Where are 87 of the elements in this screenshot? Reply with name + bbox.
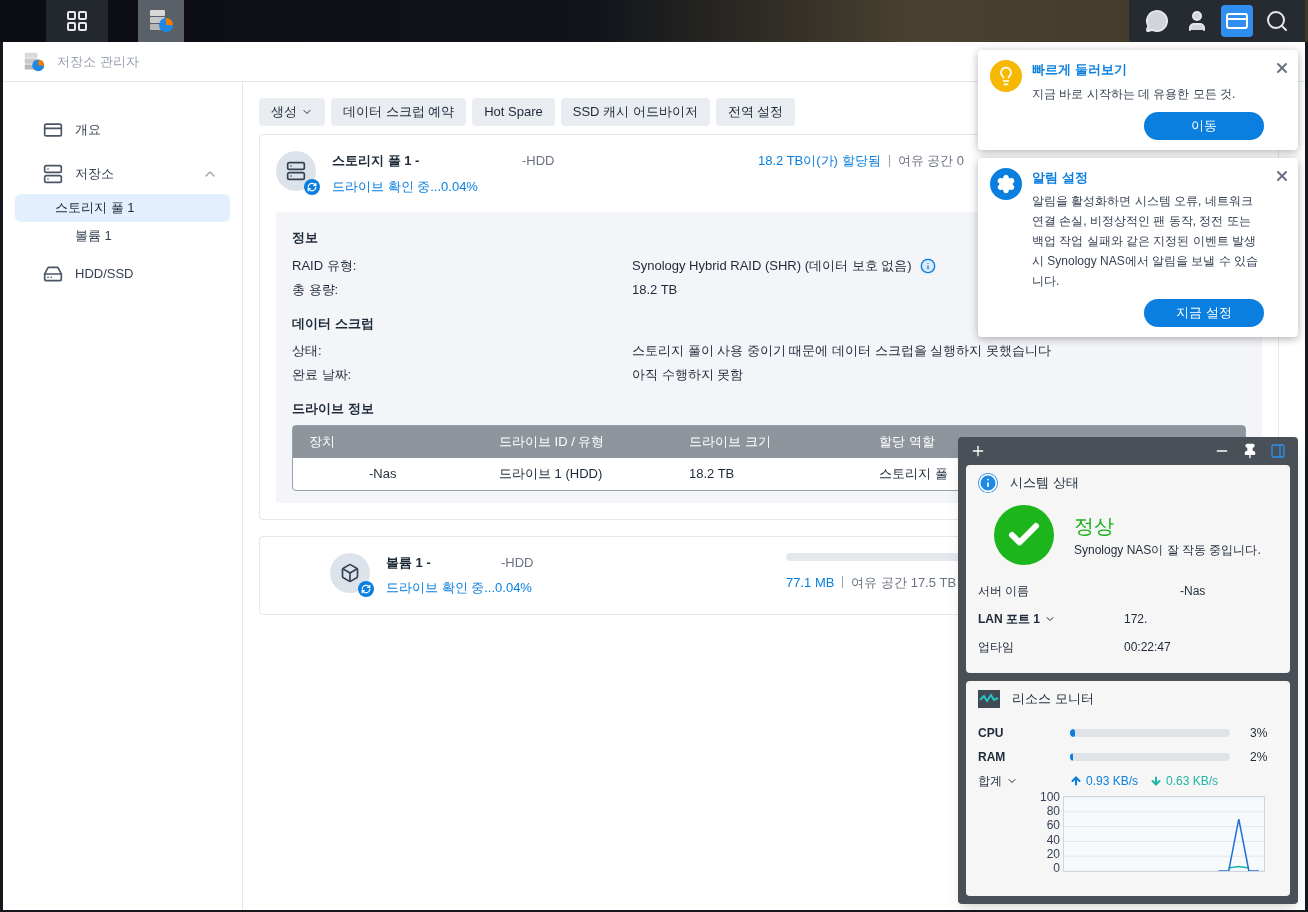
toolbar-button[interactable]: 생성 <box>259 98 325 126</box>
toolbar-button[interactable]: 전역 설정 <box>715 98 796 126</box>
lightbulb-icon <box>990 60 1022 92</box>
axis-tick-label: 80 <box>1045 804 1060 817</box>
info-label: 업타임 <box>978 639 1015 656</box>
notification-button[interactable]: 지금 설정 <box>1144 299 1264 327</box>
add-icon[interactable] <box>970 443 986 459</box>
info-label: 상태: <box>292 342 323 361</box>
storage-manager-icon <box>23 50 45 73</box>
storage-icon <box>43 164 63 184</box>
volume-type: -HDD <box>501 553 534 572</box>
storage-manager-icon <box>148 8 174 34</box>
window-title: 저장소 관리자 <box>57 52 139 71</box>
info-label: RAID 유형: <box>292 256 358 275</box>
sidebar-item[interactable]: 볼륨 1 <box>15 222 230 250</box>
info-label: 서버 이름 <box>978 583 1031 600</box>
volume-status[interactable]: 드라이브 확인 중...0.04% <box>386 578 746 598</box>
section-heading: 정보 <box>292 229 318 247</box>
table-cell: 드라이브 1 (HDD) <box>499 465 603 481</box>
info-icon[interactable] <box>919 257 936 274</box>
column-header: 드라이브 크기 <box>689 433 771 449</box>
section-heading: 드라이브 정보 <box>292 400 374 418</box>
network-selector[interactable]: 합계 <box>978 771 1070 790</box>
meter-label: RAM <box>978 748 1007 766</box>
used-space-text: 77.1 MB <box>786 573 835 592</box>
card-title: 리소스 모니터 <box>1012 690 1094 708</box>
check-icon <box>994 505 1054 565</box>
axis-tick-label: 60 <box>1045 819 1060 832</box>
info-icon <box>978 473 998 493</box>
info-label[interactable]: LAN 포트 1 <box>978 610 1124 628</box>
toolbar-button[interactable]: SSD 캐시 어드바이저 <box>560 98 710 126</box>
table-cell: 스토리지 풀 <box>879 465 948 481</box>
pool-status[interactable]: 드라이브 확인 중...0.04% <box>332 176 742 196</box>
grid-icon <box>65 9 89 33</box>
info-value: 00:22:47 <box>1124 639 1171 656</box>
info-label: 총 용량: <box>292 280 340 299</box>
notification-title: 알림 설정 <box>1032 168 1089 187</box>
column-header: 드라이브 ID / 유형 <box>499 433 605 449</box>
sidebar-item[interactable]: 저장소 <box>15 154 230 194</box>
pin-icon[interactable] <box>1242 443 1258 459</box>
section-heading: 데이터 스크럽 <box>292 314 374 333</box>
allocated-text: 18.2 TB이(가) 할당됨 <box>758 152 881 170</box>
sidebar-item[interactable]: 개요 <box>15 110 230 150</box>
info-value: 아직 수행하지 못함 <box>632 366 744 385</box>
info-value: 172. <box>1124 611 1148 628</box>
column-header: 장치 <box>309 433 335 449</box>
free-space-text: 여유 공간 17.5 TB <box>851 573 957 592</box>
info-value: Synology Hybrid RAID (SHR) (데이터 보호 없음) <box>632 256 912 275</box>
toolbar-button[interactable]: Hot Spare <box>472 98 555 126</box>
pool-title: 스토리지 풀 1 - <box>332 152 421 170</box>
monitor-icon <box>978 689 1000 708</box>
sidebar-item[interactable]: 스토리지 풀 1 <box>15 194 230 222</box>
info-value: 스토리지 풀이 사용 중이기 때문에 데이터 스크럽을 실행하지 못했습니다 <box>632 342 1051 361</box>
upload-icon <box>1070 774 1082 787</box>
sidebar-item[interactable]: HDD/SSD <box>15 254 230 294</box>
status-text: 정상 <box>1074 514 1115 539</box>
table-cell: 18.2 TB <box>689 465 735 481</box>
free-space-text: 여유 공간 0 <box>897 152 965 170</box>
download-icon <box>1150 774 1163 787</box>
toolbar-button[interactable]: 데이터 스크럽 예약 <box>331 98 467 126</box>
notification-title: 빠르게 둘러보기 <box>1032 61 1128 79</box>
volume-title: 볼륨 1 - <box>386 553 432 572</box>
axis-tick-label: 100 <box>1038 790 1060 803</box>
axis-tick-label: 40 <box>1045 833 1060 846</box>
meter-reading: 2% <box>1250 748 1268 766</box>
notification-button[interactable]: 이동 <box>1144 111 1264 140</box>
info-label: 완료 날짜: <box>292 366 353 385</box>
meter-label: CPU <box>978 724 1005 742</box>
pool-type: -HDD <box>522 152 555 170</box>
card-title: 시스템 상태 <box>1010 474 1079 493</box>
axis-tick-label: 0 <box>1052 862 1060 875</box>
info-value: 18.2 TB <box>632 280 678 299</box>
table-cell: -Nas <box>369 465 397 481</box>
info-value: -Nas <box>1179 583 1206 600</box>
chat-icon <box>1145 9 1169 33</box>
notification-text: 알림을 활성화하면 시스템 오류, 네트워크 연결 손실, 비정상적인 팬 동작, 정전 또는 백업 작업 실패와 같은 지정된 이벤트 발생 시 Synology NAS에서 알림을 보낼 수 있습니다. <box>1032 193 1260 290</box>
overview-icon <box>43 120 63 140</box>
column-header: 할당 역할 <box>879 433 935 449</box>
status-message: Synology NAS이 잘 작동 중입니다. <box>1074 542 1261 559</box>
search-icon <box>1265 9 1289 33</box>
axis-tick-label: 20 <box>1045 848 1060 861</box>
notification-text: 지금 바로 시작하는 데 유용한 모든 것. <box>1032 85 1237 103</box>
close-icon[interactable] <box>1274 60 1290 76</box>
download-rate: 0.63 KB/s <box>1166 772 1219 790</box>
meter-reading: 3% <box>1250 724 1268 742</box>
taskbar-button[interactable] <box>46 0 108 42</box>
upload-rate: 0.93 KB/s <box>1086 772 1139 790</box>
